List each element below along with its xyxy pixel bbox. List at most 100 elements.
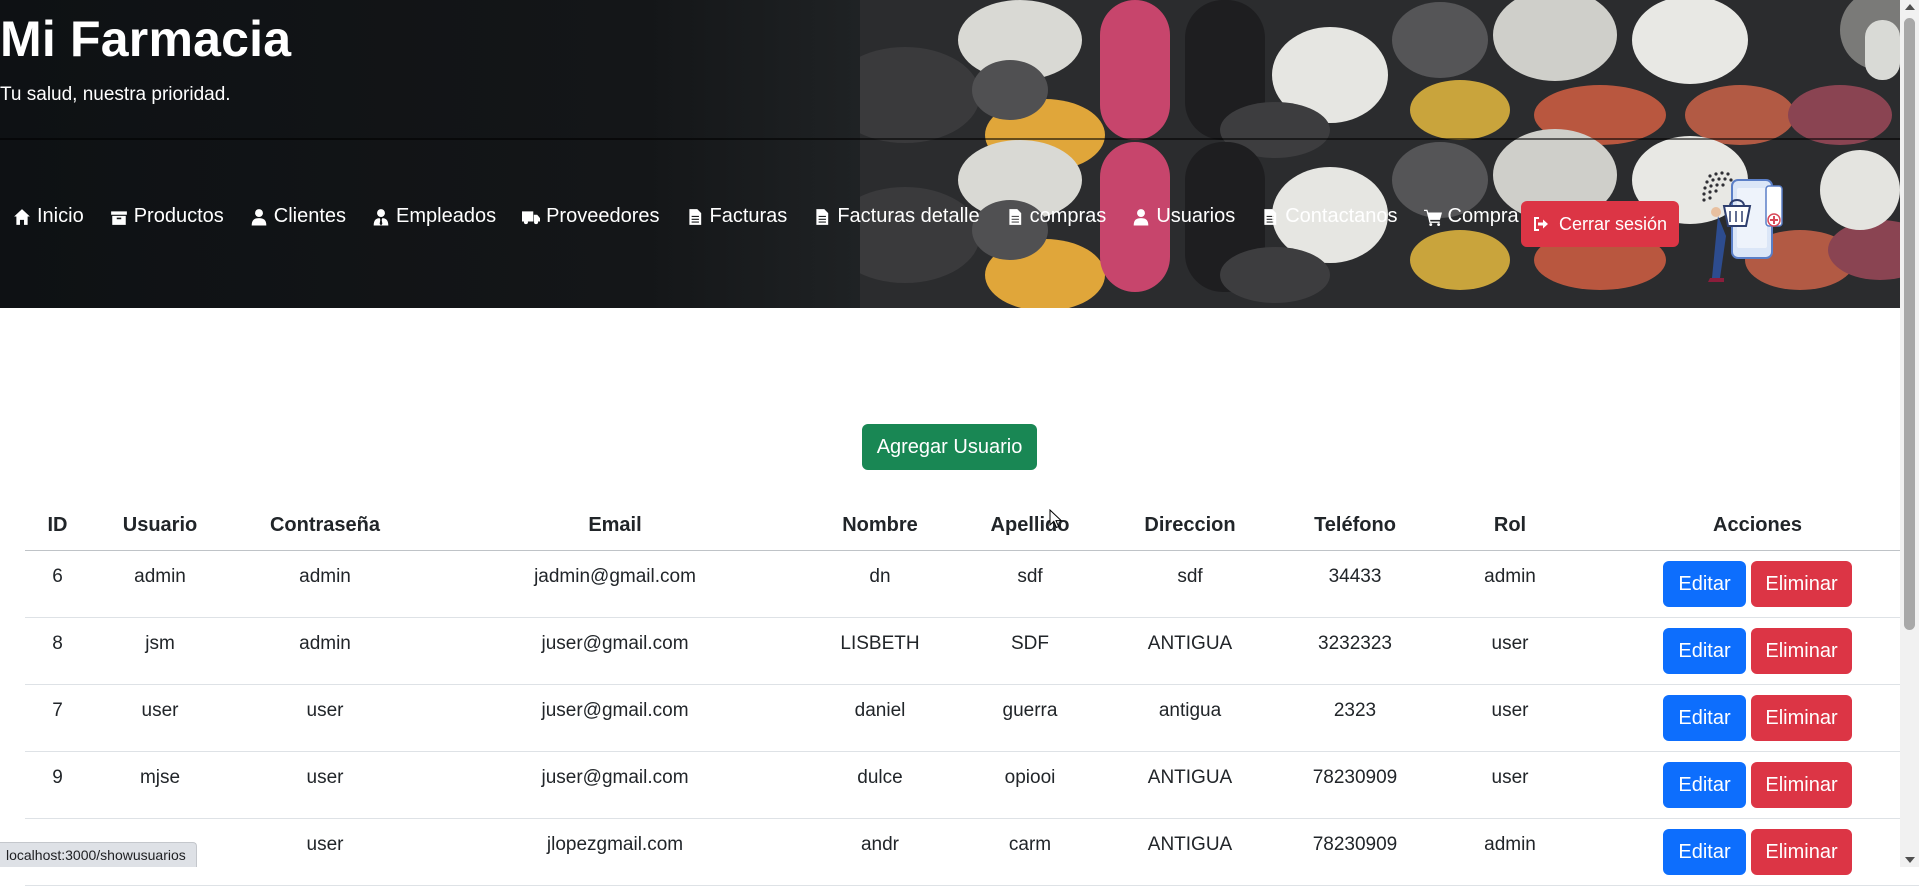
home-icon [12,207,32,227]
cell-contrasena: user [230,818,420,886]
edit-button[interactable]: Editar [1663,762,1746,808]
nav-item-compra[interactable]: Compra [1423,205,1519,228]
header-direccion: Direccion [1110,500,1270,551]
page-scrollbar[interactable] [1900,0,1919,867]
header-apellido: Apellido [950,500,1110,551]
edit-button[interactable]: Editar [1663,561,1746,607]
cell-apellido: carm [950,818,1110,886]
cell-rol: user [1440,684,1580,752]
cell-contrasena: admin [230,550,420,618]
cell-id: 9 [25,751,90,819]
scrollbar-thumb[interactable] [1904,18,1915,630]
cell-usuario: mjse [90,751,230,819]
cell-rol: admin [1440,818,1580,886]
nav-item-label: Empleados [396,205,497,227]
cell-email: juser@gmail.com [420,751,810,819]
user-icon [1131,207,1151,227]
nav-item-empleados[interactable]: Empleados [371,205,496,228]
header-band-divider [0,138,1900,140]
cell-apellido: SDF [950,617,1110,685]
file-icon [1260,207,1280,227]
header-acciones: Acciones [1580,500,1919,551]
header-email: Email [420,500,810,551]
cell-usuario: admin [90,550,230,618]
nav-item-label: Inicio [37,205,84,227]
table-row: 9 mjse user juser@gmail.com dulce opiooi… [25,751,1919,819]
delete-button[interactable]: Eliminar [1751,695,1852,741]
cell-direccion: ANTIGUA [1110,617,1270,685]
cell-id: 8 [25,617,90,685]
header-rol: Rol [1440,500,1580,551]
cell-actions: Editar Eliminar [1580,684,1919,752]
cell-telefono: 3232323 [1270,617,1440,685]
site-header: Mi Farmacia Tu salud, nuestra prioridad.… [0,0,1900,308]
cell-email: jadmin@gmail.com [420,550,810,618]
cell-contrasena: user [230,684,420,752]
table-row: user jlopezgmail.com andr carm ANTIGUA 7… [25,818,1919,886]
cell-nombre: LISBETH [810,617,950,685]
browser-status-bar: localhost:3000/showusuarios [0,842,197,867]
delete-button[interactable]: Eliminar [1751,762,1852,808]
cell-email: juser@gmail.com [420,684,810,752]
cell-nombre: dulce [810,751,950,819]
table-header-row: ID Usuario Contraseña Email Nombre Apell… [25,500,1919,551]
nav-item-contactanos[interactable]: Contactanos [1260,205,1398,228]
main-nav: Inicio Productos Clientes Empleados Prov… [12,205,1544,228]
nav-item-label: Facturas [709,205,788,227]
nav-item-productos[interactable]: Productos [109,205,224,228]
cell-actions: Editar Eliminar [1580,550,1919,618]
delete-button[interactable]: Eliminar [1751,561,1852,607]
cell-telefono: 34433 [1270,550,1440,618]
cell-rol: admin [1440,550,1580,618]
cell-id: 6 [25,550,90,618]
users-table: ID Usuario Contraseña Email Nombre Apell… [25,500,1919,886]
cell-telefono: 2323 [1270,684,1440,752]
nav-item-facturas[interactable]: Facturas [685,205,788,228]
sign-out-icon [1533,217,1548,231]
cell-rol: user [1440,617,1580,685]
cell-rol: user [1440,751,1580,819]
cart-icon [1423,207,1443,227]
cell-direccion: antigua [1110,684,1270,752]
header-usuario: Usuario [90,500,230,551]
edit-button[interactable]: Editar [1663,695,1746,741]
edit-button[interactable]: Editar [1663,829,1746,875]
nav-item-label: Compra [1447,205,1519,227]
cell-email: juser@gmail.com [420,617,810,685]
header-id: ID [25,500,90,551]
cell-telefono: 78230909 [1270,751,1440,819]
cell-usuario: user [90,684,230,752]
nav-item-facturas-detalle[interactable]: Facturas detalle [812,205,980,228]
scroll-down-arrow-icon[interactable] [1905,857,1915,863]
nav-item-compras[interactable]: compras [1005,205,1107,228]
scroll-up-arrow-icon[interactable] [1905,4,1915,10]
file-icon [1005,207,1025,227]
header-contrasena: Contraseña [230,500,420,551]
nav-item-usuarios[interactable]: Usuarios [1131,205,1235,228]
file-icon [812,207,832,227]
mouse-cursor-icon [1049,509,1063,529]
cell-contrasena: admin [230,617,420,685]
pharmacy-logo-illustration [1702,171,1783,282]
logout-label: Cerrar sesión [1558,213,1668,234]
nav-item-label: Proveedores [546,205,660,227]
nav-item-label: compras [1029,205,1107,227]
delete-button[interactable]: Eliminar [1751,829,1852,875]
logout-button[interactable]: Cerrar sesión [1521,201,1679,247]
nav-item-proveedores[interactable]: Proveedores [521,205,660,228]
cell-actions: Editar Eliminar [1580,617,1919,685]
edit-button[interactable]: Editar [1663,628,1746,674]
table-row: 6 admin admin jadmin@gmail.com dn sdf sd… [25,550,1919,618]
delete-button[interactable]: Eliminar [1751,628,1852,674]
table-row: 8 jsm admin juser@gmail.com LISBETH SDF … [25,617,1919,685]
cell-apellido: sdf [950,550,1110,618]
cell-nombre: daniel [810,684,950,752]
add-user-button[interactable]: Agregar Usuario [862,424,1037,470]
cell-actions: Editar Eliminar [1580,818,1919,886]
cell-apellido: guerra [950,684,1110,752]
nav-item-clientes[interactable]: Clientes [249,205,346,228]
nav-item-inicio[interactable]: Inicio [12,205,84,228]
cell-direccion: sdf [1110,550,1270,618]
nav-item-label: Clientes [273,205,347,227]
file-icon [685,207,705,227]
